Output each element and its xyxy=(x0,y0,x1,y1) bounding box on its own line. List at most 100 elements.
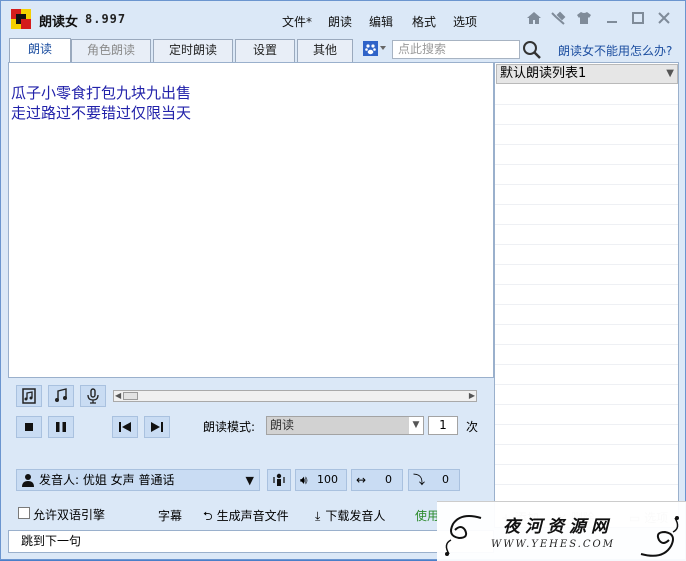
menu-read[interactable]: 朗读 xyxy=(328,13,352,30)
title-bar: 朗读女 8.997 文件* 朗读 编辑 格式 选项 xyxy=(1,1,685,38)
status-text: 跳到下一句 xyxy=(21,534,82,548)
pitch-control[interactable]: ⤵ 0 xyxy=(408,469,460,491)
pitch-icon: ⤵ xyxy=(413,473,426,487)
record-button[interactable] xyxy=(80,385,106,407)
download-icon: ⤓ xyxy=(315,509,321,523)
search-icon[interactable] xyxy=(522,40,542,60)
mode-label: 朗读模式: xyxy=(203,420,256,434)
subtitle-button[interactable]: 字幕 xyxy=(158,507,182,524)
maximize-icon[interactable] xyxy=(629,11,647,27)
tab-bar: 朗读 角色朗读 定时朗读 设置 其他 点此搜索 朗读女不能用怎么办? xyxy=(1,38,685,63)
volume-control[interactable]: 🔊︎ 100 xyxy=(295,469,347,491)
slider-right-arrow-icon[interactable]: ▶ xyxy=(469,391,475,401)
slider-thumb[interactable] xyxy=(123,392,138,400)
progress-slider[interactable]: ◀ ▶ xyxy=(113,390,477,402)
speed-arrows-icon: ↔ xyxy=(356,473,367,487)
search-input[interactable]: 点此搜索 xyxy=(392,40,520,59)
tab-role-read[interactable]: 角色朗读 xyxy=(71,39,151,62)
volume-icon: 🔊︎ xyxy=(300,473,308,487)
music-button[interactable] xyxy=(48,385,74,407)
list-divider xyxy=(495,444,678,445)
tab-timed-read[interactable]: 定时朗读 xyxy=(153,39,233,62)
app-title: 朗读女 xyxy=(39,15,79,30)
list-divider xyxy=(495,184,678,185)
tools-icon[interactable] xyxy=(549,11,567,27)
app-version: 8.997 xyxy=(85,12,127,26)
list-divider xyxy=(495,464,678,465)
list-divider xyxy=(495,484,678,485)
person-icon xyxy=(22,474,34,487)
app-window: 朗读女 8.997 文件* 朗读 编辑 格式 选项 朗读 角色朗读 定时朗读 设… xyxy=(0,0,686,561)
stop-button[interactable] xyxy=(16,416,42,438)
menu-edit[interactable]: 编辑 xyxy=(369,13,393,30)
list-divider xyxy=(495,224,678,225)
help-link[interactable]: 朗读女不能用怎么办? xyxy=(558,42,672,59)
list-divider xyxy=(495,104,678,105)
repeat-count-input[interactable]: 1 xyxy=(428,416,458,435)
speed-control[interactable]: ↔ 0 xyxy=(351,469,403,491)
generate-audio-button[interactable]: ⮌ 生成声音文件 xyxy=(203,507,289,528)
status-bar: 跳到下一句 xyxy=(8,530,494,553)
list-divider xyxy=(495,324,678,325)
close-icon[interactable] xyxy=(655,11,673,27)
speaker-person-icon xyxy=(273,473,285,486)
download-voice-button[interactable]: ⤓ 下载发音人 xyxy=(315,507,385,524)
list-divider xyxy=(495,144,678,145)
menu-format[interactable]: 格式 xyxy=(412,13,436,30)
minimize-icon[interactable] xyxy=(603,11,621,27)
import-text-button[interactable] xyxy=(16,385,42,407)
stop-icon xyxy=(25,423,33,431)
chevron-down-icon: ▼ xyxy=(666,68,674,79)
list-divider xyxy=(495,244,678,245)
tab-other[interactable]: 其他 xyxy=(297,39,353,62)
pause-button[interactable] xyxy=(48,416,74,438)
list-divider xyxy=(495,404,678,405)
list-divider xyxy=(495,424,678,425)
slider-left-arrow-icon[interactable]: ◀ xyxy=(115,391,121,401)
use-button[interactable]: 使用 xyxy=(415,507,439,524)
skin-icon[interactable] xyxy=(575,11,593,27)
menu-file[interactable]: 文件* xyxy=(282,13,312,30)
app-logo-icon xyxy=(11,9,31,29)
previous-button[interactable] xyxy=(112,416,138,438)
watermark-url: WWW.YEHES.COM xyxy=(491,539,615,550)
menu-options[interactable]: 选项 xyxy=(453,13,477,30)
list-divider xyxy=(495,284,678,285)
voice-effect-button[interactable] xyxy=(267,469,291,491)
ornament-left-icon xyxy=(445,515,482,556)
watermark: 夜河资源网 WWW.YEHES.COM xyxy=(437,501,686,561)
convert-icon: ⮌ xyxy=(203,509,213,523)
voice-label: 发音人: 优姐 女声 普通话 xyxy=(39,473,175,487)
music-note-icon xyxy=(55,388,67,402)
ornament-right-icon xyxy=(640,516,679,557)
tab-settings[interactable]: 设置 xyxy=(235,39,295,62)
list-divider xyxy=(495,344,678,345)
reading-text-area[interactable]: 瓜子小零食打包九块九出售 走过路过不要错过仅限当天 xyxy=(8,62,494,378)
mode-value: 朗读 xyxy=(270,418,295,432)
search-engine-button[interactable] xyxy=(363,40,389,58)
skip-back-icon xyxy=(119,422,131,432)
voice-select[interactable]: 发音人: 优姐 女声 普通话 ▼ xyxy=(16,469,260,491)
mode-select[interactable]: 朗读 ▼ xyxy=(266,416,424,435)
read-list-panel: 默认朗读列表1 ▼ xyxy=(494,62,679,528)
document-music-icon xyxy=(22,388,36,404)
list-divider xyxy=(495,164,678,165)
generate-audio-label: 生成声音文件 xyxy=(216,509,289,523)
pitch-value: 0 xyxy=(442,473,449,486)
read-list-select[interactable]: 默认朗读列表1 ▼ xyxy=(496,64,678,84)
read-list-selected: 默认朗读列表1 xyxy=(500,66,587,81)
list-divider xyxy=(495,304,678,305)
tab-read[interactable]: 朗读 xyxy=(9,38,71,63)
pause-icon xyxy=(56,422,66,432)
download-voice-label: 下载发音人 xyxy=(325,509,386,523)
chevron-down-icon: ▼ xyxy=(245,474,254,487)
home-icon[interactable] xyxy=(525,11,543,27)
text-line: 瓜子小零食打包九块九出售 xyxy=(11,84,192,102)
bilingual-engine-checkbox[interactable] xyxy=(18,507,30,519)
microphone-icon xyxy=(87,388,99,404)
speed-value: 0 xyxy=(385,473,392,486)
next-button[interactable] xyxy=(144,416,170,438)
skip-forward-icon xyxy=(151,422,163,432)
watermark-title: 夜河资源网 xyxy=(503,517,613,537)
chevron-down-icon: ▼ xyxy=(409,417,423,434)
